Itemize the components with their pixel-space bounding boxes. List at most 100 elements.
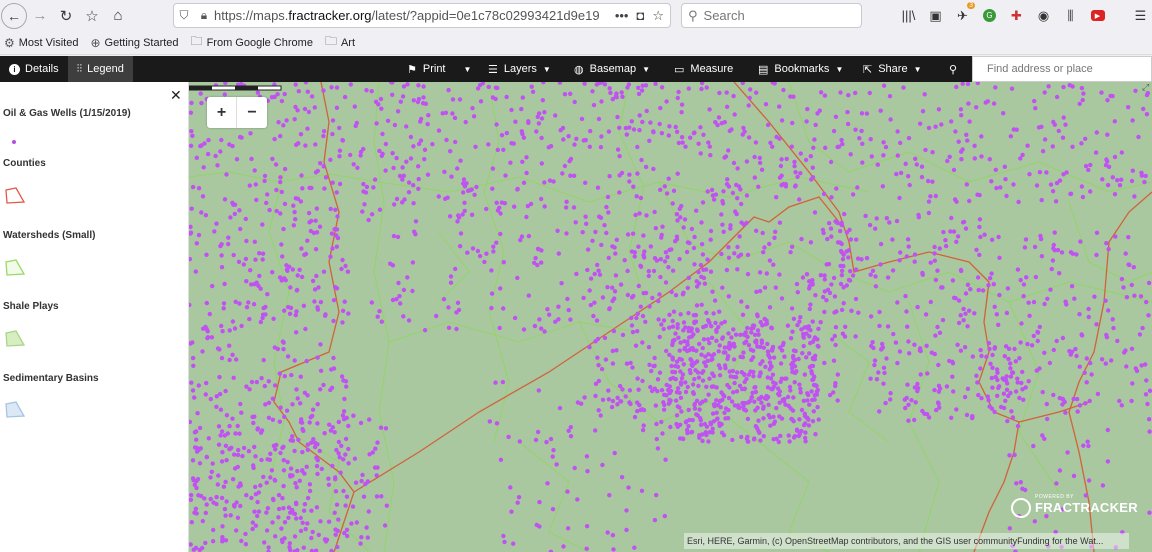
- well-point[interactable]: [853, 90, 858, 96]
- well-point[interactable]: [330, 180, 335, 185]
- well-point[interactable]: [811, 145, 816, 150]
- well-point[interactable]: [254, 197, 259, 203]
- well-point[interactable]: [637, 113, 642, 118]
- well-point[interactable]: [726, 294, 731, 299]
- well-point[interactable]: [314, 206, 319, 211]
- well-point[interactable]: [465, 250, 470, 255]
- well-point[interactable]: [947, 358, 952, 364]
- well-point[interactable]: [305, 238, 310, 243]
- well-point[interactable]: [1009, 86, 1015, 91]
- well-point[interactable]: [315, 471, 320, 477]
- well-point[interactable]: [274, 187, 279, 193]
- well-point[interactable]: [330, 246, 335, 251]
- well-point[interactable]: [425, 172, 431, 177]
- well-point[interactable]: [582, 82, 587, 86]
- well-point[interactable]: [991, 101, 997, 106]
- well-point[interactable]: [317, 448, 322, 454]
- well-point[interactable]: [956, 139, 961, 144]
- well-point[interactable]: [1085, 439, 1090, 444]
- well-point[interactable]: [1104, 332, 1109, 338]
- well-point[interactable]: [677, 206, 682, 211]
- well-point[interactable]: [822, 360, 827, 366]
- well-point[interactable]: [1117, 183, 1123, 188]
- well-point[interactable]: [639, 157, 644, 163]
- well-point[interactable]: [758, 438, 763, 443]
- well-point[interactable]: [232, 326, 238, 331]
- well-point[interactable]: [226, 241, 231, 247]
- well-point[interactable]: [864, 111, 870, 116]
- well-point[interactable]: [524, 170, 529, 176]
- well-point[interactable]: [205, 151, 211, 157]
- well-point[interactable]: [358, 541, 363, 546]
- well-point[interactable]: [298, 528, 304, 534]
- well-point[interactable]: [491, 244, 496, 249]
- well-point[interactable]: [298, 132, 304, 137]
- well-point[interactable]: [872, 362, 877, 368]
- well-point[interactable]: [719, 212, 724, 217]
- well-point[interactable]: [1079, 333, 1085, 338]
- well-point[interactable]: [208, 475, 213, 480]
- well-point[interactable]: [802, 325, 807, 330]
- well-point[interactable]: [299, 274, 305, 280]
- well-point[interactable]: [604, 230, 609, 236]
- well-point[interactable]: [714, 417, 720, 422]
- well-point[interactable]: [883, 144, 889, 150]
- well-point[interactable]: [733, 209, 738, 214]
- well-point[interactable]: [818, 90, 824, 95]
- well-point[interactable]: [958, 348, 964, 353]
- well-point[interactable]: [1130, 381, 1135, 386]
- well-point[interactable]: [1031, 443, 1036, 449]
- well-point[interactable]: [810, 165, 815, 170]
- well-point[interactable]: [630, 365, 635, 370]
- well-point[interactable]: [666, 133, 671, 138]
- well-point[interactable]: [359, 535, 364, 540]
- well-point[interactable]: [566, 307, 571, 313]
- well-point[interactable]: [292, 534, 298, 539]
- well-point[interactable]: [800, 275, 806, 280]
- well-point[interactable]: [330, 131, 335, 137]
- well-point[interactable]: [990, 385, 995, 390]
- forward-arrow-icon[interactable]: →: [27, 3, 53, 29]
- well-point[interactable]: [810, 175, 816, 180]
- well-point[interactable]: [903, 293, 908, 299]
- youtube-icon[interactable]: ▶: [1089, 7, 1106, 24]
- well-point[interactable]: [833, 381, 838, 386]
- well-point[interactable]: [235, 452, 241, 458]
- well-point[interactable]: [1080, 194, 1086, 200]
- well-point[interactable]: [1110, 175, 1115, 180]
- well-point[interactable]: [422, 157, 427, 162]
- well-point[interactable]: [1110, 317, 1115, 322]
- well-point[interactable]: [964, 412, 970, 418]
- well-point[interactable]: [739, 370, 744, 375]
- well-point[interactable]: [321, 269, 327, 274]
- well-point[interactable]: [334, 244, 339, 249]
- well-point[interactable]: [196, 186, 202, 191]
- well-point[interactable]: [752, 154, 757, 160]
- well-point[interactable]: [305, 89, 310, 94]
- well-point[interactable]: [383, 168, 388, 173]
- well-point[interactable]: [276, 120, 281, 125]
- well-point[interactable]: [1132, 194, 1137, 199]
- well-point[interactable]: [254, 379, 259, 385]
- well-point[interactable]: [974, 105, 979, 110]
- well-point[interactable]: [421, 84, 426, 89]
- well-point[interactable]: [740, 386, 745, 392]
- well-point[interactable]: [572, 99, 577, 105]
- well-point[interactable]: [384, 503, 389, 508]
- well-point[interactable]: [986, 398, 991, 403]
- well-point[interactable]: [411, 183, 416, 188]
- well-point[interactable]: [477, 253, 483, 259]
- well-point[interactable]: [744, 193, 750, 198]
- well-point[interactable]: [663, 457, 668, 462]
- well-point[interactable]: [788, 250, 793, 255]
- well-point[interactable]: [329, 85, 334, 90]
- well-point[interactable]: [790, 120, 795, 126]
- well-point[interactable]: [932, 251, 937, 256]
- well-point[interactable]: [411, 98, 416, 103]
- well-point[interactable]: [270, 417, 276, 422]
- well-point[interactable]: [888, 117, 893, 122]
- well-point[interactable]: [1144, 299, 1149, 305]
- well-point[interactable]: [739, 299, 744, 304]
- library-icon[interactable]: |||\: [900, 7, 917, 24]
- well-point[interactable]: [840, 331, 846, 336]
